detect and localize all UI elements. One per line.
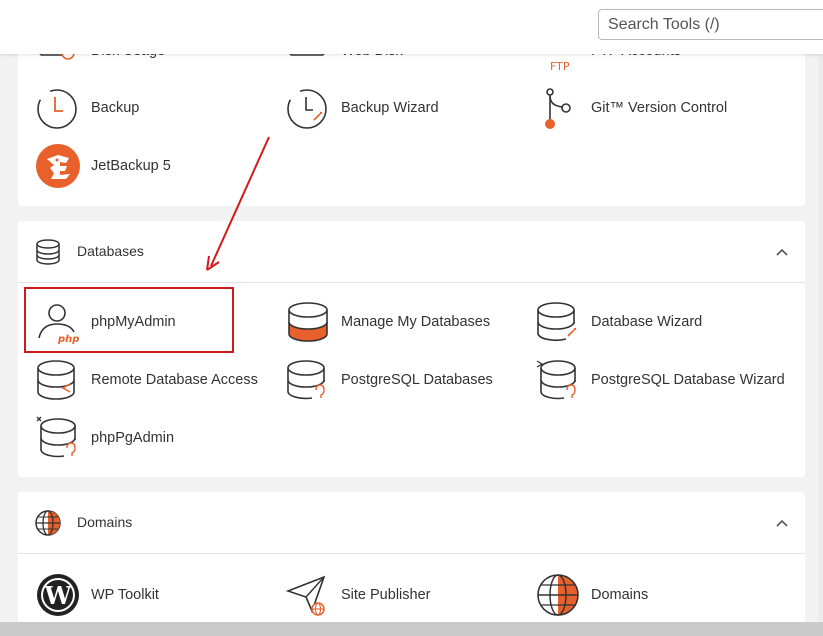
postgresql-databases-icon xyxy=(287,360,325,400)
manage-databases-icon xyxy=(288,302,328,342)
tool-label: Manage My Databases xyxy=(341,314,491,330)
horizontal-scrollbar[interactable] xyxy=(0,622,823,636)
tool-phppgadmin[interactable]: phpPgAdmin xyxy=(36,413,276,463)
database-icon xyxy=(36,239,60,265)
globe-icon xyxy=(537,574,579,616)
tool-database-wizard[interactable]: Database Wizard xyxy=(536,297,776,347)
domains-panel-header[interactable]: Domains xyxy=(18,492,805,554)
tool-manage-my-databases[interactable]: Manage My Databases xyxy=(286,297,526,347)
tool-label: Backup Wizard xyxy=(341,100,439,116)
chevron-up-icon[interactable] xyxy=(775,516,789,530)
backup-wizard-icon xyxy=(287,89,327,129)
tool-label: phpPgAdmin xyxy=(91,430,175,446)
tool-label: PostgreSQL Database Wizard xyxy=(591,372,785,388)
globe-header-icon xyxy=(35,510,61,536)
domains-panel: Domains W WP Toolkit Site Publisher Doma… xyxy=(18,492,805,632)
tool-label: Git™ Version Control xyxy=(591,100,728,116)
chevron-up-icon[interactable] xyxy=(775,245,789,259)
site-publisher-icon xyxy=(286,575,326,616)
svg-text:FTP: FTP xyxy=(550,60,570,73)
tool-label: Database Wizard xyxy=(591,314,703,330)
tool-git-version-control[interactable]: Git™ Version Control xyxy=(536,83,776,133)
top-header xyxy=(0,0,823,54)
git-icon xyxy=(545,88,571,129)
tool-label: Domains xyxy=(591,587,649,603)
tool-site-publisher[interactable]: Site Publisher xyxy=(286,570,526,620)
panel-title: Databases xyxy=(77,243,144,259)
tool-domains[interactable]: Domains xyxy=(536,570,776,620)
tool-postgresql-database-wizard[interactable]: PostgreSQL Database Wizard xyxy=(536,355,785,405)
wordpress-icon: W xyxy=(37,574,79,616)
tool-label: PostgreSQL Databases xyxy=(341,372,493,388)
databases-panel-header[interactable]: Databases xyxy=(18,221,805,283)
tool-jetbackup[interactable]: JetBackup 5 xyxy=(36,141,276,191)
panel-title: Domains xyxy=(77,514,133,530)
postgresql-wizard-icon xyxy=(536,360,576,400)
tool-backup[interactable]: Backup xyxy=(36,83,276,133)
search-tools-input[interactable] xyxy=(598,9,823,40)
tool-label: Site Publisher xyxy=(341,587,431,603)
tool-label: JetBackup 5 xyxy=(91,158,171,174)
tool-remote-database-access[interactable]: Remote Database Access xyxy=(36,355,276,405)
phpmyadmin-highlight-box xyxy=(24,287,234,353)
remote-database-icon xyxy=(37,360,75,400)
tool-backup-wizard[interactable]: Backup Wizard xyxy=(286,83,526,133)
backup-icon xyxy=(37,89,77,129)
right-scroll-gutter xyxy=(818,54,823,622)
tool-wp-toolkit[interactable]: W WP Toolkit xyxy=(36,570,276,620)
tool-label: Remote Database Access xyxy=(91,372,258,388)
phppgadmin-icon xyxy=(36,416,76,458)
database-wizard-icon xyxy=(537,302,577,342)
tool-label: Backup xyxy=(91,100,140,116)
svg-text:W: W xyxy=(44,581,73,610)
jetbackup-icon xyxy=(36,144,80,188)
tool-label: WP Toolkit xyxy=(91,587,159,603)
tool-postgresql-databases[interactable]: PostgreSQL Databases xyxy=(286,355,526,405)
